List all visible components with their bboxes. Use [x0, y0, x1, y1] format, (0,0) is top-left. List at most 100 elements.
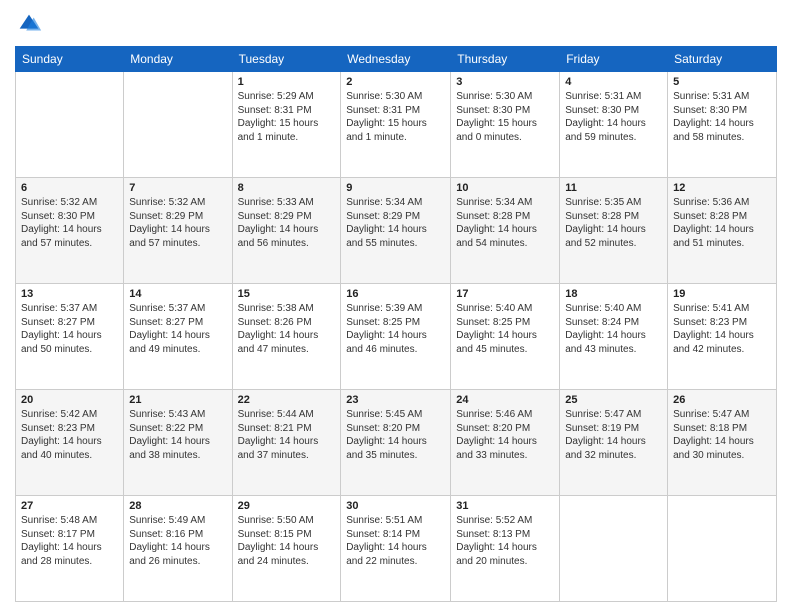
logo-icon [15, 10, 43, 38]
calendar-cell: 30 Sunrise: 5:51 AM Sunset: 8:14 PM Dayl… [341, 496, 451, 602]
day-info: Sunrise: 5:33 AM Sunset: 8:29 PM Dayligh… [238, 196, 336, 250]
calendar-cell: 7 Sunrise: 5:32 AM Sunset: 8:29 PM Dayli… [124, 178, 232, 284]
day-info: Sunrise: 5:34 AM Sunset: 8:28 PM Dayligh… [456, 196, 554, 250]
day-info: Sunrise: 5:45 AM Sunset: 8:20 PM Dayligh… [346, 408, 445, 462]
calendar-cell: 13 Sunrise: 5:37 AM Sunset: 8:27 PM Dayl… [16, 284, 124, 390]
day-number: 7 [129, 182, 226, 194]
day-info: Sunrise: 5:34 AM Sunset: 8:29 PM Dayligh… [346, 196, 445, 250]
day-number: 17 [456, 288, 554, 300]
calendar-cell: 23 Sunrise: 5:45 AM Sunset: 8:20 PM Dayl… [341, 390, 451, 496]
weekday-header-cell: Friday [560, 47, 668, 72]
calendar-cell: 17 Sunrise: 5:40 AM Sunset: 8:25 PM Dayl… [451, 284, 560, 390]
calendar-cell: 10 Sunrise: 5:34 AM Sunset: 8:28 PM Dayl… [451, 178, 560, 284]
day-number: 14 [129, 288, 226, 300]
day-info: Sunrise: 5:37 AM Sunset: 8:27 PM Dayligh… [129, 302, 226, 356]
day-info: Sunrise: 5:30 AM Sunset: 8:30 PM Dayligh… [456, 90, 554, 144]
logo [15, 10, 47, 38]
calendar-cell: 2 Sunrise: 5:30 AM Sunset: 8:31 PM Dayli… [341, 72, 451, 178]
calendar-cell [124, 72, 232, 178]
calendar-cell: 27 Sunrise: 5:48 AM Sunset: 8:17 PM Dayl… [16, 496, 124, 602]
day-info: Sunrise: 5:31 AM Sunset: 8:30 PM Dayligh… [565, 90, 662, 144]
calendar-cell: 26 Sunrise: 5:47 AM Sunset: 8:18 PM Dayl… [668, 390, 777, 496]
calendar-cell: 18 Sunrise: 5:40 AM Sunset: 8:24 PM Dayl… [560, 284, 668, 390]
calendar-cell: 22 Sunrise: 5:44 AM Sunset: 8:21 PM Dayl… [232, 390, 341, 496]
day-info: Sunrise: 5:41 AM Sunset: 8:23 PM Dayligh… [673, 302, 771, 356]
day-number: 24 [456, 394, 554, 406]
day-info: Sunrise: 5:36 AM Sunset: 8:28 PM Dayligh… [673, 196, 771, 250]
calendar-row: 1 Sunrise: 5:29 AM Sunset: 8:31 PM Dayli… [16, 72, 777, 178]
day-number: 8 [238, 182, 336, 194]
day-number: 30 [346, 500, 445, 512]
day-info: Sunrise: 5:40 AM Sunset: 8:24 PM Dayligh… [565, 302, 662, 356]
day-number: 11 [565, 182, 662, 194]
calendar-cell: 15 Sunrise: 5:38 AM Sunset: 8:26 PM Dayl… [232, 284, 341, 390]
day-number: 12 [673, 182, 771, 194]
day-info: Sunrise: 5:39 AM Sunset: 8:25 PM Dayligh… [346, 302, 445, 356]
calendar-cell: 16 Sunrise: 5:39 AM Sunset: 8:25 PM Dayl… [341, 284, 451, 390]
day-info: Sunrise: 5:42 AM Sunset: 8:23 PM Dayligh… [21, 408, 118, 462]
day-info: Sunrise: 5:32 AM Sunset: 8:29 PM Dayligh… [129, 196, 226, 250]
day-number: 10 [456, 182, 554, 194]
header [15, 10, 777, 38]
day-number: 15 [238, 288, 336, 300]
day-number: 29 [238, 500, 336, 512]
day-number: 3 [456, 76, 554, 88]
day-number: 19 [673, 288, 771, 300]
calendar-cell: 14 Sunrise: 5:37 AM Sunset: 8:27 PM Dayl… [124, 284, 232, 390]
day-number: 20 [21, 394, 118, 406]
weekday-header-cell: Monday [124, 47, 232, 72]
calendar-row: 6 Sunrise: 5:32 AM Sunset: 8:30 PM Dayli… [16, 178, 777, 284]
day-number: 16 [346, 288, 445, 300]
day-info: Sunrise: 5:31 AM Sunset: 8:30 PM Dayligh… [673, 90, 771, 144]
calendar-cell: 8 Sunrise: 5:33 AM Sunset: 8:29 PM Dayli… [232, 178, 341, 284]
weekday-header-cell: Tuesday [232, 47, 341, 72]
day-info: Sunrise: 5:50 AM Sunset: 8:15 PM Dayligh… [238, 514, 336, 568]
calendar-cell: 3 Sunrise: 5:30 AM Sunset: 8:30 PM Dayli… [451, 72, 560, 178]
day-number: 5 [673, 76, 771, 88]
day-number: 28 [129, 500, 226, 512]
day-info: Sunrise: 5:40 AM Sunset: 8:25 PM Dayligh… [456, 302, 554, 356]
day-number: 22 [238, 394, 336, 406]
calendar-cell [668, 496, 777, 602]
day-info: Sunrise: 5:38 AM Sunset: 8:26 PM Dayligh… [238, 302, 336, 356]
day-info: Sunrise: 5:48 AM Sunset: 8:17 PM Dayligh… [21, 514, 118, 568]
calendar-cell [16, 72, 124, 178]
calendar-cell: 1 Sunrise: 5:29 AM Sunset: 8:31 PM Dayli… [232, 72, 341, 178]
calendar-cell: 20 Sunrise: 5:42 AM Sunset: 8:23 PM Dayl… [16, 390, 124, 496]
day-number: 13 [21, 288, 118, 300]
day-number: 2 [346, 76, 445, 88]
weekday-header-cell: Wednesday [341, 47, 451, 72]
calendar-cell: 25 Sunrise: 5:47 AM Sunset: 8:19 PM Dayl… [560, 390, 668, 496]
day-info: Sunrise: 5:47 AM Sunset: 8:19 PM Dayligh… [565, 408, 662, 462]
day-number: 18 [565, 288, 662, 300]
day-info: Sunrise: 5:49 AM Sunset: 8:16 PM Dayligh… [129, 514, 226, 568]
calendar-cell: 21 Sunrise: 5:43 AM Sunset: 8:22 PM Dayl… [124, 390, 232, 496]
day-number: 31 [456, 500, 554, 512]
day-info: Sunrise: 5:37 AM Sunset: 8:27 PM Dayligh… [21, 302, 118, 356]
calendar-row: 27 Sunrise: 5:48 AM Sunset: 8:17 PM Dayl… [16, 496, 777, 602]
day-number: 21 [129, 394, 226, 406]
calendar-cell: 19 Sunrise: 5:41 AM Sunset: 8:23 PM Dayl… [668, 284, 777, 390]
day-info: Sunrise: 5:29 AM Sunset: 8:31 PM Dayligh… [238, 90, 336, 144]
calendar-table: SundayMondayTuesdayWednesdayThursdayFrid… [15, 46, 777, 602]
day-info: Sunrise: 5:47 AM Sunset: 8:18 PM Dayligh… [673, 408, 771, 462]
day-info: Sunrise: 5:51 AM Sunset: 8:14 PM Dayligh… [346, 514, 445, 568]
calendar-row: 20 Sunrise: 5:42 AM Sunset: 8:23 PM Dayl… [16, 390, 777, 496]
day-number: 26 [673, 394, 771, 406]
day-info: Sunrise: 5:43 AM Sunset: 8:22 PM Dayligh… [129, 408, 226, 462]
calendar-cell: 5 Sunrise: 5:31 AM Sunset: 8:30 PM Dayli… [668, 72, 777, 178]
calendar-cell: 11 Sunrise: 5:35 AM Sunset: 8:28 PM Dayl… [560, 178, 668, 284]
weekday-header: SundayMondayTuesdayWednesdayThursdayFrid… [16, 47, 777, 72]
day-number: 27 [21, 500, 118, 512]
day-number: 9 [346, 182, 445, 194]
day-info: Sunrise: 5:32 AM Sunset: 8:30 PM Dayligh… [21, 196, 118, 250]
calendar-row: 13 Sunrise: 5:37 AM Sunset: 8:27 PM Dayl… [16, 284, 777, 390]
day-info: Sunrise: 5:35 AM Sunset: 8:28 PM Dayligh… [565, 196, 662, 250]
day-info: Sunrise: 5:46 AM Sunset: 8:20 PM Dayligh… [456, 408, 554, 462]
calendar-cell: 31 Sunrise: 5:52 AM Sunset: 8:13 PM Dayl… [451, 496, 560, 602]
calendar-cell: 24 Sunrise: 5:46 AM Sunset: 8:20 PM Dayl… [451, 390, 560, 496]
calendar-cell: 9 Sunrise: 5:34 AM Sunset: 8:29 PM Dayli… [341, 178, 451, 284]
day-number: 4 [565, 76, 662, 88]
calendar-cell: 4 Sunrise: 5:31 AM Sunset: 8:30 PM Dayli… [560, 72, 668, 178]
weekday-header-cell: Thursday [451, 47, 560, 72]
